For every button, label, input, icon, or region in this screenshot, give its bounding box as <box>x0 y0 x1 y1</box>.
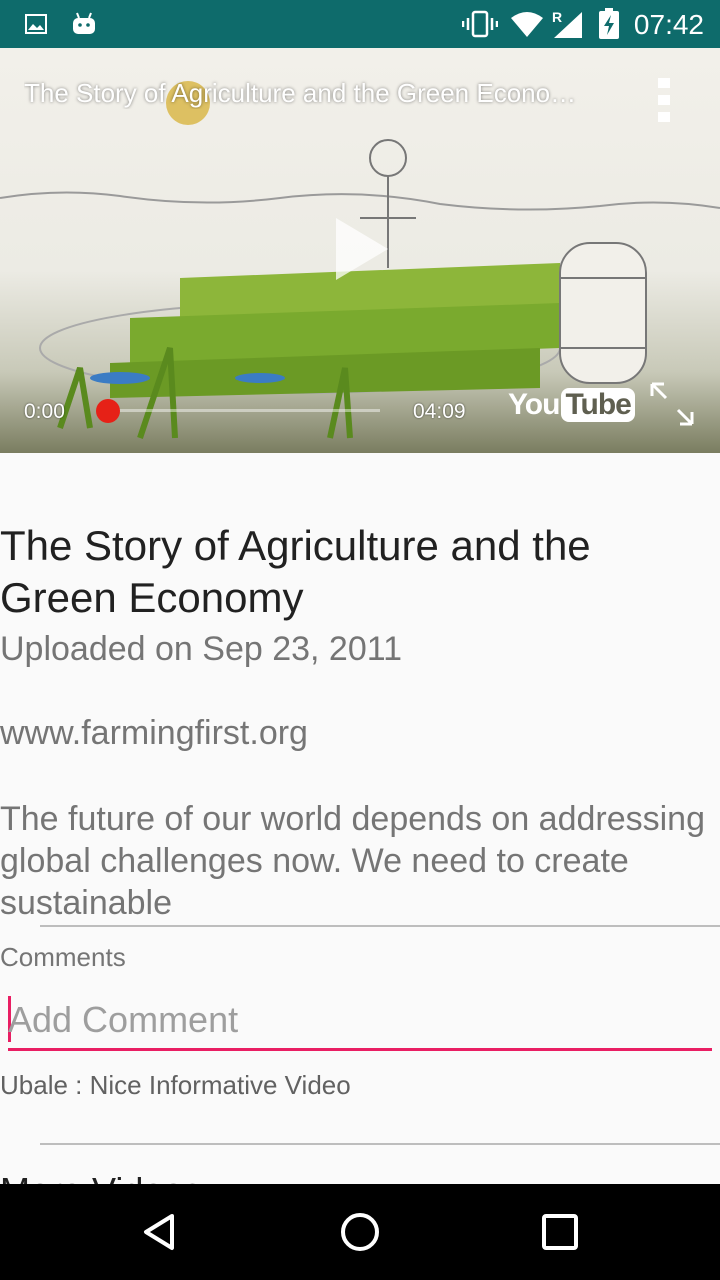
comment-field[interactable] <box>8 994 712 1051</box>
battery-charging-icon <box>598 8 620 45</box>
home-icon[interactable] <box>336 1208 384 1256</box>
divider <box>40 925 720 927</box>
description-link[interactable]: www.farmingfirst.org <box>0 714 308 753</box>
image-icon <box>24 12 48 41</box>
recents-icon[interactable] <box>536 1208 584 1256</box>
upload-date: Uploaded on Sep 23, 2011 <box>0 630 403 668</box>
status-time: 07:42 <box>633 9 704 40</box>
status-bar: R 07:42 <box>0 0 720 48</box>
android-icon <box>70 10 98 43</box>
video-details-title: The Story of Agriculture and the Green E… <box>0 522 591 621</box>
comment-input[interactable] <box>8 994 708 1046</box>
divider <box>40 1143 720 1145</box>
video-description: The future of our world depends on addre… <box>0 800 706 922</box>
vibrate-icon <box>461 10 499 43</box>
wifi-icon <box>510 10 544 43</box>
youtube-logo-tube: Tube <box>561 388 635 422</box>
duration: 04:09 <box>413 400 466 423</box>
comments-label: Comments <box>0 942 126 972</box>
overflow-menu-icon[interactable] <box>654 78 674 127</box>
video-player[interactable]: The Story of Agriculture and the Green E… <box>0 48 720 453</box>
youtube-logo[interactable]: You Tube <box>508 388 635 422</box>
current-time: 0:00 <box>24 400 65 423</box>
video-title: The Story of Agriculture and the Green E… <box>24 78 577 108</box>
comment-input-underline <box>8 1048 712 1051</box>
signal-icon: R <box>550 8 584 45</box>
back-icon[interactable] <box>136 1208 184 1256</box>
svg-text:R: R <box>552 9 562 25</box>
comment-item: Ubale : Nice Informative Video <box>0 1070 351 1100</box>
progress-thumb[interactable] <box>96 399 120 423</box>
navigation-bar <box>0 1184 720 1280</box>
progress-track[interactable] <box>108 409 380 412</box>
fullscreen-icon[interactable] <box>648 380 696 433</box>
youtube-logo-you: You <box>508 388 560 421</box>
play-icon[interactable] <box>334 216 390 287</box>
